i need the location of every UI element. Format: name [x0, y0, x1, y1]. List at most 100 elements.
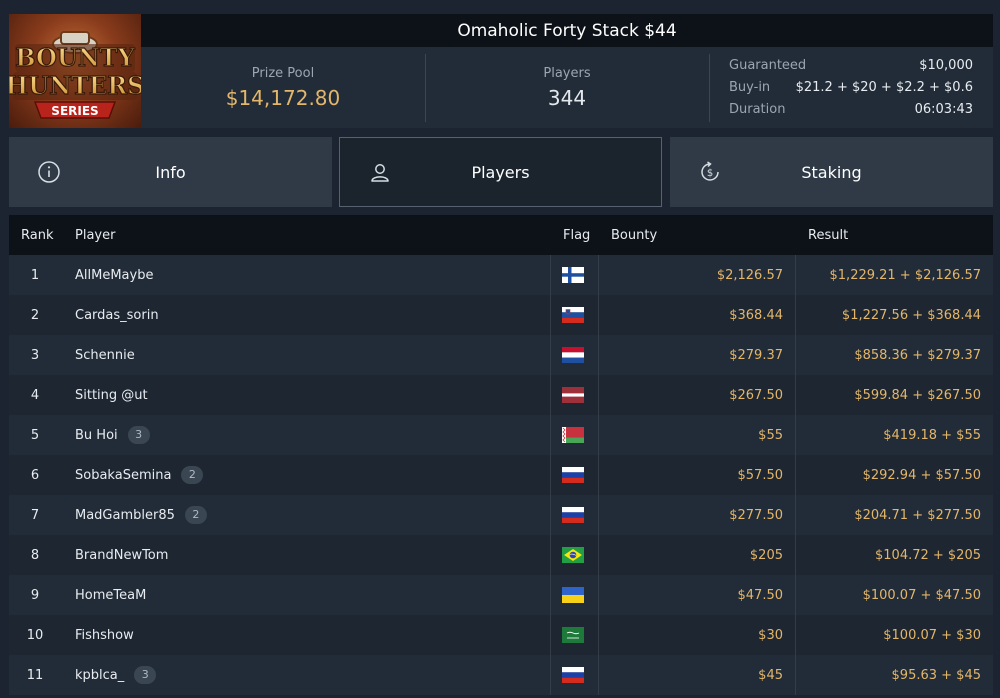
column-divider: [795, 295, 796, 335]
detail-label: Buy-in: [729, 80, 771, 95]
tab-label: Staking: [801, 162, 862, 182]
rank-cell: 11: [26, 668, 44, 683]
player-cell[interactable]: Fishshow: [75, 625, 134, 645]
players-block: Players 344: [425, 47, 709, 128]
player-cell[interactable]: Cardas_sorin: [75, 305, 159, 325]
table-row[interactable]: 9 HomeTeaM $47.50 $100.07 + $47.50: [9, 575, 993, 615]
flag-latvia-icon: [562, 387, 584, 403]
rank-cell: 6: [30, 468, 40, 483]
bounty-cell: $45: [758, 668, 783, 683]
result-cell: $292.94 + $57.50: [862, 468, 981, 483]
header-player: Player: [75, 228, 116, 243]
column-divider: [550, 495, 551, 535]
tab-label: Info: [155, 162, 186, 182]
table-row[interactable]: 11 kpblca_ 3 $45 $95.63 + $45: [9, 655, 993, 695]
tab-bar: Info Players $ Staking: [9, 137, 993, 207]
flag-finland-icon: [562, 267, 584, 283]
table-row[interactable]: 2 Cardas_sorin $368.44 $1,227.56 + $368.44: [9, 295, 993, 335]
player-name: Bu Hoi: [75, 427, 118, 443]
info-icon: [38, 161, 60, 183]
column-divider: [795, 375, 796, 415]
player-cell[interactable]: Schennie: [75, 345, 135, 365]
column-divider: [550, 255, 551, 295]
player-name: HomeTeaM: [75, 587, 147, 603]
table-row[interactable]: 1 AllMeMaybe $2,126.57 $1,229.21 + $2,126.5…: [9, 255, 993, 295]
table-body: 1 AllMeMaybe $2,126.57 $1,229.21 + $2,126.5…: [9, 255, 993, 695]
detail-value: $10,000: [919, 58, 973, 73]
count-badge: 2: [181, 466, 204, 484]
column-divider: [598, 455, 599, 495]
tab-players[interactable]: Players: [339, 137, 662, 207]
table-row[interactable]: 10 Fishshow $30 $100.07 + $30: [9, 615, 993, 655]
detail-buy-in: Buy-in $21.2 + $20 + $2.2 + $0.6: [729, 77, 973, 99]
rank-cell: 5: [30, 428, 40, 443]
table-row[interactable]: 6 SobakaSemina 2 $57.50 $292.94 + $57.50: [9, 455, 993, 495]
rank-cell: 9: [30, 588, 40, 603]
rank-cell: 1: [30, 268, 40, 283]
count-badge: 3: [127, 426, 150, 444]
column-divider: [550, 615, 551, 655]
player-cell[interactable]: Sitting @ut: [75, 385, 148, 405]
player-cell[interactable]: kpblca_ 3: [75, 665, 157, 685]
result-cell: $104.72 + $205: [875, 548, 981, 563]
column-divider: [598, 535, 599, 575]
column-divider: [795, 535, 796, 575]
player-name: MadGambler85: [75, 507, 175, 523]
bounty-cell: $47.50: [737, 588, 784, 603]
player-cell[interactable]: AllMeMaybe: [75, 265, 153, 285]
result-cell: $100.07 + $47.50: [862, 588, 981, 603]
column-divider: [598, 335, 599, 375]
table-row[interactable]: 5 Bu Hoi 3 $55 $419.18 + $55: [9, 415, 993, 455]
rank-cell: 10: [26, 628, 44, 643]
column-divider: [795, 575, 796, 615]
flag-brazil-icon: [562, 547, 584, 563]
prize-pool-block: Prize Pool $14,172.80: [141, 47, 425, 128]
flag-slovenia-icon: [562, 307, 584, 323]
bounty-cell: $2,126.57: [716, 268, 783, 283]
table-row[interactable]: 4 Sitting @ut $267.50 $599.84 + $267.50: [9, 375, 993, 415]
player-name: Cardas_sorin: [75, 307, 159, 323]
header-rank: Rank: [21, 228, 54, 243]
player-cell[interactable]: HomeTeaM: [75, 585, 146, 605]
column-divider: [598, 615, 599, 655]
bounty-cell: $55: [758, 428, 783, 443]
bounty-cell: $57.50: [737, 468, 784, 483]
header-result: Result: [808, 228, 849, 243]
players-table: Rank Player Flag Bounty Result 1 AllMeMay…: [9, 215, 993, 698]
column-divider: [550, 575, 551, 615]
tab-staking[interactable]: $ Staking: [670, 137, 993, 207]
bounty-cell: $368.44: [729, 308, 783, 323]
rank-cell: 8: [30, 548, 40, 563]
tab-info[interactable]: Info: [9, 137, 332, 207]
detail-label: Duration: [729, 102, 786, 117]
table-row[interactable]: 7 MadGambler85 2 $277.50 $204.71 + $277.50: [9, 495, 993, 535]
bounty-cell: $267.50: [729, 388, 783, 403]
player-cell[interactable]: Bu Hoi 3: [75, 425, 150, 445]
column-divider: [550, 335, 551, 375]
tournament-summary: Prize Pool $14,172.80 Players 344 Guaran…: [141, 47, 993, 128]
column-divider: [795, 255, 796, 295]
player-name: AllMeMaybe: [75, 267, 154, 283]
result-cell: $599.84 + $267.50: [854, 388, 981, 403]
player-cell[interactable]: MadGambler85 2: [75, 505, 207, 525]
header-bounty: Bounty: [611, 228, 658, 243]
top-strip: [0, 0, 1000, 12]
column-divider: [550, 295, 551, 335]
player-name: Fishshow: [75, 627, 134, 643]
column-divider: [550, 455, 551, 495]
column-divider: [598, 255, 599, 295]
svg-text:SERIES: SERIES: [51, 104, 98, 118]
bounty-cell: $277.50: [729, 508, 783, 523]
tournament-details: Guaranteed $10,000 Buy-in $21.2 + $20 + …: [729, 55, 973, 121]
table-row[interactable]: 3 Schennie $279.37 $858.36 + $279.37: [9, 335, 993, 375]
column-divider: [795, 455, 796, 495]
player-cell[interactable]: SobakaSemina 2: [75, 465, 204, 485]
result-cell: $1,227.56 + $368.44: [841, 308, 981, 323]
bounty-cell: $30: [758, 628, 783, 643]
svg-text:BOUNTY: BOUNTY: [15, 43, 135, 72]
flag-russia-icon: [562, 667, 584, 683]
player-cell[interactable]: BrandNewTom: [75, 545, 168, 565]
table-row[interactable]: 8 BrandNewTom $205 $104.72 + $205: [9, 535, 993, 575]
bounty-cell: $279.37: [729, 348, 783, 363]
column-divider: [795, 615, 796, 655]
